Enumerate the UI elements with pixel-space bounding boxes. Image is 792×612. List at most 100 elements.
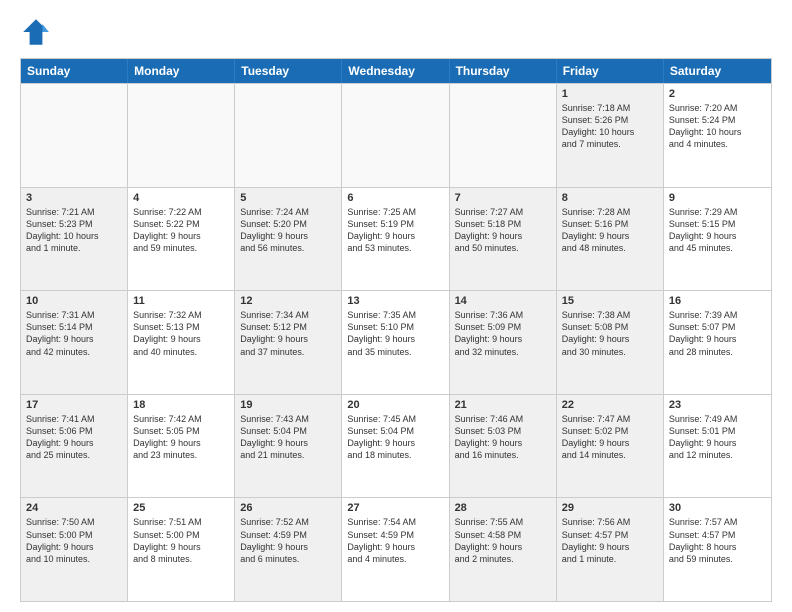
calendar-cell-1-6: 9 Sunrise: 7:29 AM Sunset: 5:15 PM Daylig… bbox=[664, 188, 771, 291]
calendar-cell-2-5: 15 Sunrise: 7:38 AM Sunset: 5:08 PM Dayli… bbox=[557, 291, 664, 394]
calendar-row-0: 1 Sunrise: 7:18 AM Sunset: 5:26 PM Daylig… bbox=[21, 83, 771, 187]
page-container: SundayMondayTuesdayWednesdayThursdayFrid… bbox=[0, 0, 792, 612]
cell-text: Sunrise: 7:39 AM Sunset: 5:07 PM Dayligh… bbox=[669, 309, 766, 358]
calendar-cell-0-1 bbox=[128, 84, 235, 187]
day-number: 27 bbox=[347, 502, 443, 514]
calendar-row-1: 3Sunrise: 7:21 AM Sunset: 5:23 PM Daylig… bbox=[21, 187, 771, 291]
cell-text: Sunrise: 7:46 AM Sunset: 5:03 PM Dayligh… bbox=[455, 413, 551, 462]
logo bbox=[20, 16, 56, 48]
cell-text: Sunrise: 7:22 AM Sunset: 5:22 PM Dayligh… bbox=[133, 206, 229, 255]
calendar-cell-0-3 bbox=[342, 84, 449, 187]
calendar-cell-3-3: 20 Sunrise: 7:45 AM Sunset: 5:04 PM Dayli… bbox=[342, 395, 449, 498]
calendar-cell-4-2: 26 Sunrise: 7:52 AM Sunset: 4:59 PM Dayli… bbox=[235, 498, 342, 601]
calendar-cell-1-0: 3Sunrise: 7:21 AM Sunset: 5:23 PM Daylig… bbox=[21, 188, 128, 291]
calendar-cell-4-3: 27 Sunrise: 7:54 AM Sunset: 4:59 PM Dayli… bbox=[342, 498, 449, 601]
calendar-cell-0-5: 1 Sunrise: 7:18 AM Sunset: 5:26 PM Daylig… bbox=[557, 84, 664, 187]
calendar: SundayMondayTuesdayWednesdayThursdayFrid… bbox=[20, 58, 772, 602]
calendar-cell-2-6: 16 Sunrise: 7:39 AM Sunset: 5:07 PM Dayli… bbox=[664, 291, 771, 394]
header-day-tuesday: Tuesday bbox=[235, 59, 342, 83]
cell-text: Sunrise: 7:57 AM Sunset: 4:57 PM Dayligh… bbox=[669, 516, 766, 565]
cell-text: Sunrise: 7:18 AM Sunset: 5:26 PM Dayligh… bbox=[562, 102, 658, 151]
cell-text: Sunrise: 7:49 AM Sunset: 5:01 PM Dayligh… bbox=[669, 413, 766, 462]
cell-text: Sunrise: 7:52 AM Sunset: 4:59 PM Dayligh… bbox=[240, 516, 336, 565]
day-number: 17 bbox=[26, 399, 122, 411]
calendar-cell-0-0 bbox=[21, 84, 128, 187]
cell-text: Sunrise: 7:51 AM Sunset: 5:00 PM Dayligh… bbox=[133, 516, 229, 565]
cell-text: Sunrise: 7:27 AM Sunset: 5:18 PM Dayligh… bbox=[455, 206, 551, 255]
day-number: 19 bbox=[240, 399, 336, 411]
cell-text: Sunrise: 7:55 AM Sunset: 4:58 PM Dayligh… bbox=[455, 516, 551, 565]
calendar-cell-2-2: 12 Sunrise: 7:34 AM Sunset: 5:12 PM Dayli… bbox=[235, 291, 342, 394]
day-number: 28 bbox=[455, 502, 551, 514]
day-number: 7 bbox=[455, 192, 551, 204]
calendar-cell-1-5: 8 Sunrise: 7:28 AM Sunset: 5:16 PM Daylig… bbox=[557, 188, 664, 291]
cell-text: Sunrise: 7:54 AM Sunset: 4:59 PM Dayligh… bbox=[347, 516, 443, 565]
day-number: 12 bbox=[240, 295, 336, 307]
calendar-cell-3-0: 17 Sunrise: 7:41 AM Sunset: 5:06 PM Dayli… bbox=[21, 395, 128, 498]
cell-text: Sunrise: 7:50 AM Sunset: 5:00 PM Dayligh… bbox=[26, 516, 122, 565]
calendar-cell-1-2: 5Sunrise: 7:24 AM Sunset: 5:20 PM Daylig… bbox=[235, 188, 342, 291]
day-number: 16 bbox=[669, 295, 766, 307]
header-day-thursday: Thursday bbox=[450, 59, 557, 83]
cell-text: Sunrise: 7:28 AM Sunset: 5:16 PM Dayligh… bbox=[562, 206, 658, 255]
calendar-cell-3-6: 23 Sunrise: 7:49 AM Sunset: 5:01 PM Dayli… bbox=[664, 395, 771, 498]
calendar-cell-0-4 bbox=[450, 84, 557, 187]
cell-text: Sunrise: 7:35 AM Sunset: 5:10 PM Dayligh… bbox=[347, 309, 443, 358]
cell-text: Sunrise: 7:36 AM Sunset: 5:09 PM Dayligh… bbox=[455, 309, 551, 358]
calendar-cell-1-3: 6Sunrise: 7:25 AM Sunset: 5:19 PM Daylig… bbox=[342, 188, 449, 291]
cell-text: Sunrise: 7:34 AM Sunset: 5:12 PM Dayligh… bbox=[240, 309, 336, 358]
day-number: 26 bbox=[240, 502, 336, 514]
day-number: 4 bbox=[133, 192, 229, 204]
calendar-cell-1-1: 4 Sunrise: 7:22 AM Sunset: 5:22 PM Daylig… bbox=[128, 188, 235, 291]
calendar-cell-0-6: 2Sunrise: 7:20 AM Sunset: 5:24 PM Daylig… bbox=[664, 84, 771, 187]
calendar-cell-1-4: 7 Sunrise: 7:27 AM Sunset: 5:18 PM Daylig… bbox=[450, 188, 557, 291]
day-number: 23 bbox=[669, 399, 766, 411]
day-number: 18 bbox=[133, 399, 229, 411]
cell-text: Sunrise: 7:21 AM Sunset: 5:23 PM Dayligh… bbox=[26, 206, 122, 255]
cell-text: Sunrise: 7:45 AM Sunset: 5:04 PM Dayligh… bbox=[347, 413, 443, 462]
day-number: 30 bbox=[669, 502, 766, 514]
calendar-body: 1 Sunrise: 7:18 AM Sunset: 5:26 PM Daylig… bbox=[21, 83, 771, 601]
day-number: 11 bbox=[133, 295, 229, 307]
calendar-cell-4-6: 30 Sunrise: 7:57 AM Sunset: 4:57 PM Dayli… bbox=[664, 498, 771, 601]
calendar-cell-4-1: 25 Sunrise: 7:51 AM Sunset: 5:00 PM Dayli… bbox=[128, 498, 235, 601]
cell-text: Sunrise: 7:47 AM Sunset: 5:02 PM Dayligh… bbox=[562, 413, 658, 462]
cell-text: Sunrise: 7:32 AM Sunset: 5:13 PM Dayligh… bbox=[133, 309, 229, 358]
day-number: 29 bbox=[562, 502, 658, 514]
cell-text: Sunrise: 7:41 AM Sunset: 5:06 PM Dayligh… bbox=[26, 413, 122, 462]
calendar-row-2: 10 Sunrise: 7:31 AM Sunset: 5:14 PM Dayli… bbox=[21, 290, 771, 394]
day-number: 25 bbox=[133, 502, 229, 514]
calendar-cell-2-1: 11 Sunrise: 7:32 AM Sunset: 5:13 PM Dayli… bbox=[128, 291, 235, 394]
day-number: 10 bbox=[26, 295, 122, 307]
day-number: 14 bbox=[455, 295, 551, 307]
header-day-sunday: Sunday bbox=[21, 59, 128, 83]
day-number: 1 bbox=[562, 88, 658, 100]
calendar-cell-3-1: 18 Sunrise: 7:42 AM Sunset: 5:05 PM Dayli… bbox=[128, 395, 235, 498]
header-day-wednesday: Wednesday bbox=[342, 59, 449, 83]
day-number: 15 bbox=[562, 295, 658, 307]
header-day-monday: Monday bbox=[128, 59, 235, 83]
calendar-cell-2-0: 10 Sunrise: 7:31 AM Sunset: 5:14 PM Dayli… bbox=[21, 291, 128, 394]
cell-text: Sunrise: 7:24 AM Sunset: 5:20 PM Dayligh… bbox=[240, 206, 336, 255]
calendar-row-4: 24Sunrise: 7:50 AM Sunset: 5:00 PM Dayli… bbox=[21, 497, 771, 601]
calendar-cell-2-3: 13 Sunrise: 7:35 AM Sunset: 5:10 PM Dayli… bbox=[342, 291, 449, 394]
cell-text: Sunrise: 7:29 AM Sunset: 5:15 PM Dayligh… bbox=[669, 206, 766, 255]
day-number: 20 bbox=[347, 399, 443, 411]
day-number: 6 bbox=[347, 192, 443, 204]
calendar-header: SundayMondayTuesdayWednesdayThursdayFrid… bbox=[21, 59, 771, 83]
calendar-cell-3-2: 19 Sunrise: 7:43 AM Sunset: 5:04 PM Dayli… bbox=[235, 395, 342, 498]
logo-icon bbox=[20, 16, 52, 48]
cell-text: Sunrise: 7:43 AM Sunset: 5:04 PM Dayligh… bbox=[240, 413, 336, 462]
calendar-cell-3-5: 22Sunrise: 7:47 AM Sunset: 5:02 PM Dayli… bbox=[557, 395, 664, 498]
cell-text: Sunrise: 7:38 AM Sunset: 5:08 PM Dayligh… bbox=[562, 309, 658, 358]
day-number: 21 bbox=[455, 399, 551, 411]
day-number: 9 bbox=[669, 192, 766, 204]
day-number: 13 bbox=[347, 295, 443, 307]
day-number: 8 bbox=[562, 192, 658, 204]
calendar-cell-0-2 bbox=[235, 84, 342, 187]
calendar-row-3: 17 Sunrise: 7:41 AM Sunset: 5:06 PM Dayli… bbox=[21, 394, 771, 498]
header-day-saturday: Saturday bbox=[664, 59, 771, 83]
cell-text: Sunrise: 7:31 AM Sunset: 5:14 PM Dayligh… bbox=[26, 309, 122, 358]
calendar-cell-2-4: 14 Sunrise: 7:36 AM Sunset: 5:09 PM Dayli… bbox=[450, 291, 557, 394]
cell-text: Sunrise: 7:42 AM Sunset: 5:05 PM Dayligh… bbox=[133, 413, 229, 462]
